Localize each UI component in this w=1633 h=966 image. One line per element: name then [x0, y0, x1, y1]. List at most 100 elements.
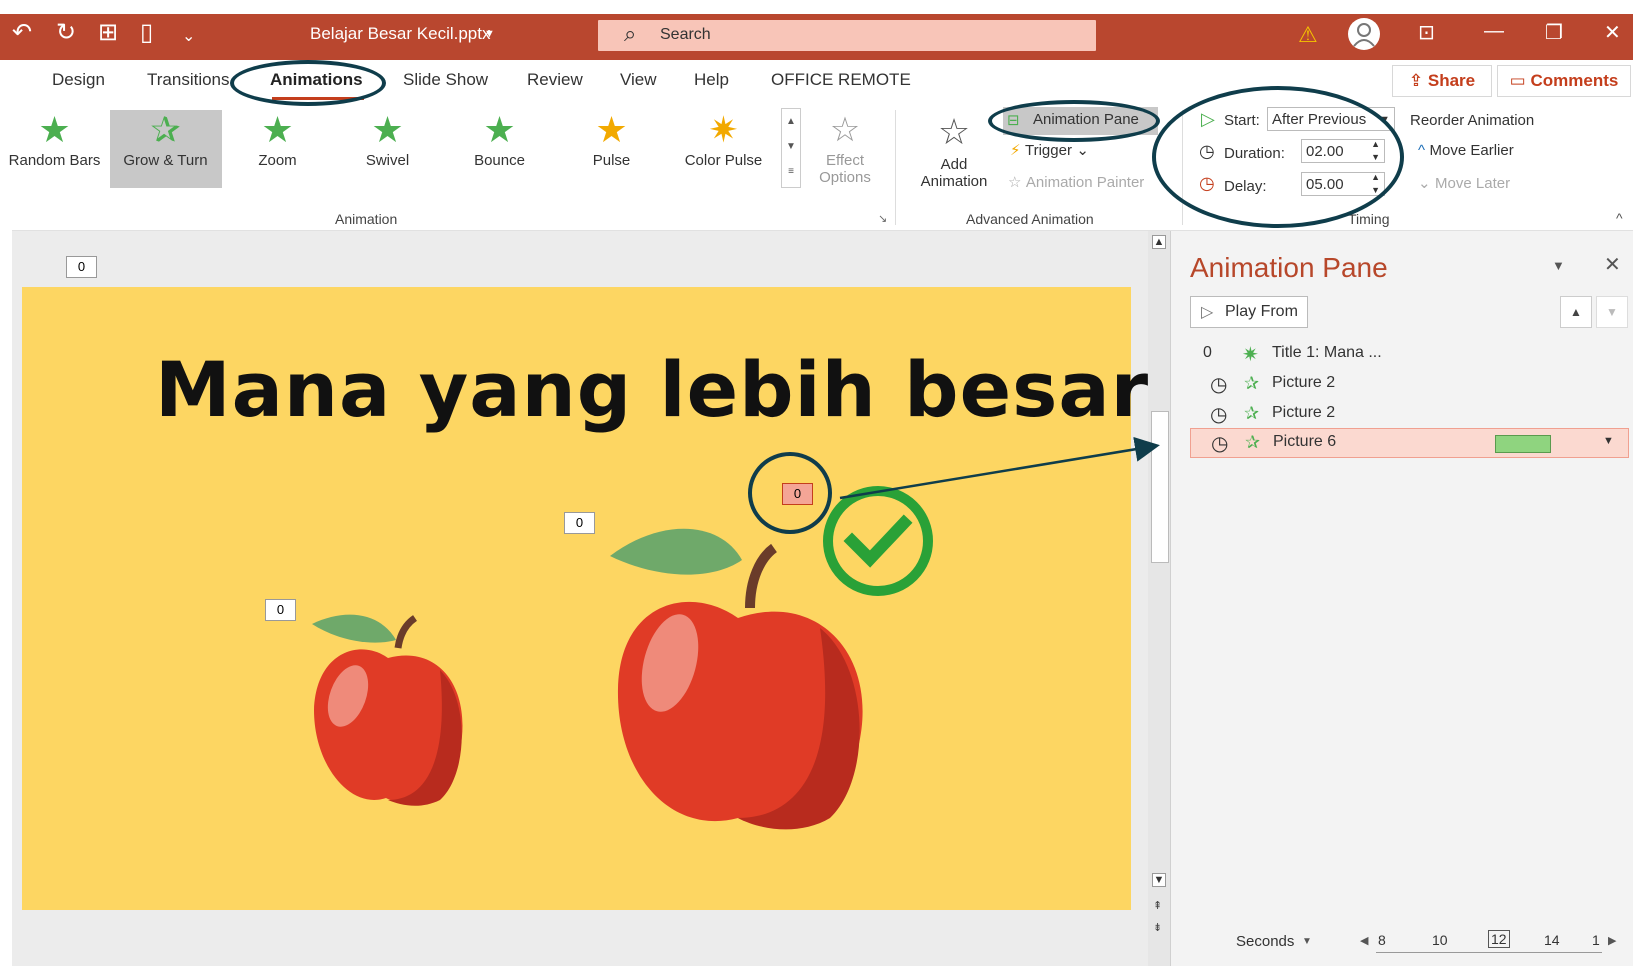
comments-button[interactable]: ▭ Comments	[1497, 65, 1631, 97]
add-animation-star-icon: ☆	[937, 111, 971, 152]
pane-list-item[interactable]: ◷ ✰ Picture 2	[1190, 370, 1620, 398]
random-bars-star-icon: ★	[38, 109, 71, 150]
annotation-ellipse	[1152, 86, 1404, 228]
timeline-right-icon[interactable]: ▶	[1608, 934, 1616, 947]
tab-help[interactable]: Help	[694, 70, 729, 90]
pane-list-item-selected[interactable]: ◷ ✰ Picture 6 ▼	[1190, 428, 1629, 458]
slide-title[interactable]: Mana yang lebih besar?	[155, 345, 1194, 434]
move-earlier-button[interactable]: ^ Move Earlier	[1418, 142, 1514, 160]
item-label: Picture 2	[1272, 404, 1336, 421]
effect-label: Pulse	[592, 152, 631, 169]
present-icon[interactable]: ⊞	[98, 18, 118, 47]
search-placeholder: Search	[660, 26, 711, 43]
top-strip	[0, 0, 1633, 14]
tab-review[interactable]: Review	[527, 70, 583, 90]
seconds-label[interactable]: Seconds	[1236, 933, 1294, 950]
animation-tag[interactable]: 0	[66, 256, 97, 278]
animation-tag[interactable]: 0	[265, 599, 296, 621]
effect-swivel[interactable]: ★ Swivel	[335, 108, 440, 186]
swivel-star-icon: ★	[371, 109, 404, 150]
tab-office-remote[interactable]: OFFICE REMOTE	[771, 70, 911, 90]
move-down-button[interactable]: ▼	[1596, 296, 1628, 328]
pane-list-item[interactable]: 0 ✷ Title 1: Mana ...	[1190, 340, 1620, 368]
animation-tag[interactable]: 0	[564, 512, 595, 534]
move-up-button[interactable]: ▲	[1560, 296, 1592, 328]
play-icon: ▷	[1201, 304, 1214, 321]
effect-star-icon: ✰	[1244, 403, 1260, 423]
customize-qat-icon[interactable]: ⌄	[182, 26, 195, 46]
timeline-left-icon[interactable]: ◀	[1360, 934, 1368, 947]
small-apple-image[interactable]	[300, 600, 480, 815]
warning-icon[interactable]: ⚠	[1298, 22, 1318, 48]
effect-options-label-1: Effect	[825, 152, 865, 169]
lightning-icon: ⚡	[1010, 142, 1021, 159]
play-from-button[interactable]: ▷ Play From	[1190, 296, 1308, 328]
effect-star-icon: ✰	[1245, 432, 1261, 452]
comment-icon: ▭	[1509, 71, 1531, 90]
group-label-advanced: Advanced Animation	[966, 211, 1094, 227]
annotation-ellipse	[988, 100, 1160, 142]
tab-view[interactable]: View	[620, 70, 657, 90]
chevron-up-icon: ^	[1418, 142, 1426, 159]
next-slide-icon[interactable]: ⇟	[1153, 921, 1162, 934]
redo-icon[interactable]: ↻	[56, 18, 76, 47]
effect-label: Swivel	[365, 152, 410, 169]
effect-label: Grow & Turn	[123, 152, 208, 169]
avatar[interactable]	[1348, 18, 1380, 50]
effect-zoom[interactable]: ★ Zoom	[225, 108, 330, 186]
share-button[interactable]: ⇪ Share	[1392, 65, 1492, 97]
effect-bounce[interactable]: ★ Bounce	[447, 108, 552, 186]
item-dropdown-icon[interactable]: ▼	[1603, 435, 1614, 447]
title-dropdown-icon[interactable]: ▼	[484, 28, 495, 40]
item-label: Title 1: Mana ...	[1272, 344, 1382, 361]
effect-pulse[interactable]: ★ Pulse	[559, 108, 664, 186]
trigger-label: Trigger	[1025, 142, 1072, 159]
scroll-up-icon[interactable]: ▲	[1152, 235, 1166, 249]
pane-options-icon[interactable]: ▼	[1552, 258, 1565, 273]
dialog-launcher-icon[interactable]: ↘	[878, 212, 887, 225]
timeline-tick: 8	[1378, 932, 1386, 948]
trigger-button[interactable]: ⚡ Trigger ⌄	[1010, 141, 1089, 160]
effect-color-pulse[interactable]: ✷ Color Pulse	[671, 108, 776, 186]
share-label: Share	[1427, 71, 1476, 90]
effect-options-button[interactable]: ☆ Effect Options	[805, 108, 885, 186]
undo-icon[interactable]: ↶	[12, 18, 32, 47]
effect-random-bars[interactable]: ★ Random Bars	[2, 108, 107, 186]
document-title[interactable]: Belajar Besar Kecil.pptx	[310, 24, 490, 44]
timeline-tick: 14	[1544, 932, 1560, 948]
minimize-icon[interactable]: —	[1484, 20, 1504, 43]
ribbon-display-icon[interactable]: ⊡	[1418, 20, 1435, 45]
bounce-star-icon: ★	[483, 109, 516, 150]
zoom-star-icon: ★	[261, 109, 294, 150]
prev-slide-icon[interactable]: ⇞	[1153, 899, 1162, 912]
new-file-icon[interactable]: ▯	[140, 18, 153, 47]
gallery-scroll[interactable]: ▲ ▼ ≡	[781, 108, 801, 188]
painter-star-icon: ☆	[1008, 174, 1022, 191]
seconds-dropdown-icon[interactable]: ▼	[1302, 936, 1312, 947]
add-animation-label-2: Animation	[920, 173, 988, 190]
effect-grow-turn[interactable]: ✰ Grow & Turn	[113, 108, 218, 186]
item-label: Picture 2	[1272, 374, 1336, 391]
tab-design[interactable]: Design	[52, 70, 105, 90]
tab-slide-show[interactable]: Slide Show	[403, 70, 488, 90]
pane-close-icon[interactable]: ✕	[1604, 252, 1621, 277]
clock-icon: ◷	[1210, 404, 1228, 426]
close-icon[interactable]: ✕	[1604, 20, 1621, 45]
clock-icon: ◷	[1210, 374, 1228, 396]
vertical-scrollbar[interactable]: ▲ ▼ ⇞ ⇟	[1148, 231, 1170, 966]
effect-label: Color Pulse	[684, 152, 763, 169]
move-later-button[interactable]: ⌄ Move Later	[1418, 174, 1510, 193]
search-box[interactable]: ⌕ Search	[598, 20, 1096, 51]
collapse-ribbon-icon[interactable]: ^	[1616, 210, 1623, 226]
move-earlier-label: Move Earlier	[1429, 142, 1514, 159]
pane-list-item[interactable]: ◷ ✰ Picture 2	[1190, 400, 1620, 428]
effect-label: Zoom	[258, 152, 297, 169]
animation-painter-button[interactable]: ☆ Animation Painter	[1008, 173, 1144, 192]
pane-title: Animation Pane	[1190, 252, 1388, 283]
annotation-circle	[748, 452, 832, 534]
restore-icon[interactable]: ❐	[1545, 20, 1563, 45]
tab-transitions[interactable]: Transitions	[147, 70, 230, 90]
item-index: 0	[1203, 344, 1212, 361]
timeline-bar[interactable]	[1495, 435, 1551, 453]
scroll-down-icon[interactable]: ▼	[1152, 873, 1166, 887]
